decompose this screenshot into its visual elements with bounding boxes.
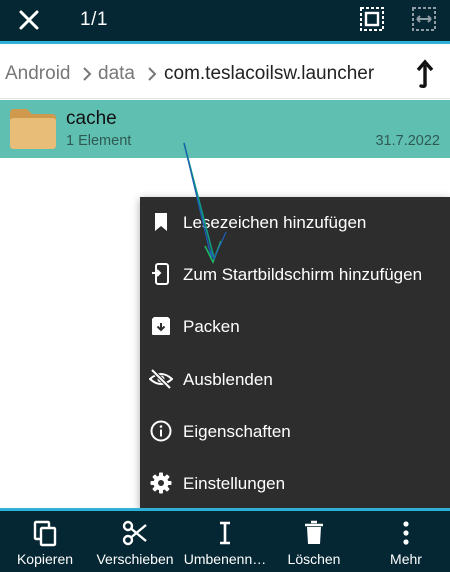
more-button[interactable]: Mehr <box>376 514 436 572</box>
more-vertical-icon <box>403 521 409 545</box>
chevron-right-icon <box>148 67 157 81</box>
selection-toolbar: 1/1 <box>0 0 450 44</box>
move-label: Verschieben <box>96 551 174 567</box>
copy-label: Kopieren <box>16 551 74 567</box>
file-date: 31.7.2022 <box>375 133 440 149</box>
menu-item-properties[interactable]: Eigenschaften <box>140 406 450 458</box>
navigate-up-icon[interactable] <box>410 57 440 89</box>
breadcrumb-item-data[interactable]: data <box>98 63 135 85</box>
menu-item-hide[interactable]: Ausblenden <box>140 354 450 406</box>
copy-button[interactable]: Kopieren <box>6 514 84 572</box>
delete-label: Löschen <box>287 551 341 567</box>
menu-item-label: Ausblenden <box>183 370 273 389</box>
scissors-icon <box>122 520 147 546</box>
gear-icon <box>150 472 172 494</box>
bookmark-icon <box>155 213 167 231</box>
menu-item-settings[interactable]: Einstellungen <box>140 458 450 510</box>
close-icon[interactable] <box>14 5 44 35</box>
trash-icon <box>305 520 323 544</box>
select-all-icon[interactable] <box>358 5 386 33</box>
rename-label: Umbenenn… <box>183 551 267 567</box>
breadcrumb-item-android[interactable]: Android <box>5 63 71 85</box>
copy-icon <box>33 520 57 547</box>
delete-button[interactable]: Löschen <box>278 514 350 572</box>
file-details: 1 Element <box>66 133 132 149</box>
menu-item-add-bookmark[interactable]: Lesezeichen hinzufügen <box>140 197 450 249</box>
menu-item-add-to-home[interactable]: Zum Startbildschirm hinzufügen <box>140 249 450 301</box>
folder-icon <box>10 109 56 149</box>
breadcrumb-item-current[interactable]: com.teslacoilsw.launcher <box>164 63 374 85</box>
menu-item-label: Einstellungen <box>183 474 286 493</box>
move-button[interactable]: Verschieben <box>89 514 181 572</box>
file-name: cache <box>66 108 117 129</box>
selection-count: 1/1 <box>80 9 108 30</box>
select-range-icon[interactable] <box>410 5 438 33</box>
info-icon <box>150 420 172 442</box>
breadcrumb: Android data com.teslacoilsw.launcher <box>0 47 450 99</box>
more-label: Mehr <box>390 551 422 567</box>
rename-button[interactable]: Umbenenn… <box>180 514 270 572</box>
context-menu: Lesezeichen hinzufügen Zum Startbildschi… <box>140 197 450 509</box>
menu-item-label: Packen <box>183 317 240 336</box>
menu-item-label: Lesezeichen hinzufügen <box>183 213 367 232</box>
add-to-home-icon <box>152 263 169 285</box>
chevron-right-icon <box>83 67 92 81</box>
menu-item-label: Eigenschaften <box>183 422 291 441</box>
list-item[interactable]: cache 1 Element 31.7.2022 <box>0 100 450 158</box>
rename-icon <box>220 521 230 545</box>
menu-item-label: Zum Startbildschirm hinzufügen <box>183 265 423 284</box>
bottom-action-bar: Kopieren Verschieben Umbenenn… Löschen M… <box>0 508 450 572</box>
archive-icon <box>152 317 170 335</box>
menu-item-archive[interactable]: Packen <box>140 301 450 353</box>
eye-off-icon <box>149 368 173 390</box>
